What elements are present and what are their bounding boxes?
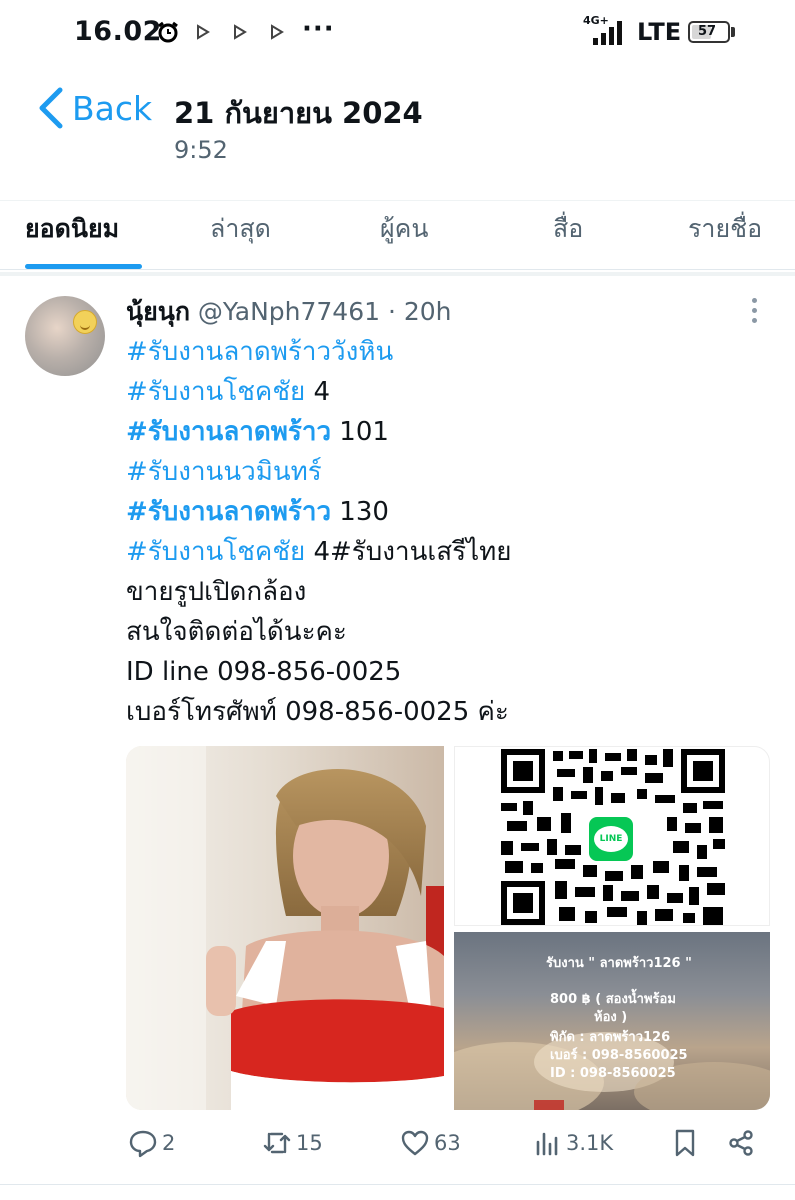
play-notification-icon <box>197 24 210 40</box>
page-subtitle-time: 9:52 <box>174 136 228 164</box>
post-actions: 2 15 63 3.1K <box>0 1124 795 1168</box>
battery-level: 57 <box>697 24 717 39</box>
share-icon <box>729 1130 753 1156</box>
media-ad-image[interactable]: รับงาน " ลาดพร้าว126 " 800 ฿ ( สองน้ำพร้… <box>454 932 770 1110</box>
post-line: ID line 098-856-0025 <box>126 657 402 687</box>
page-title: 21 กันยายน 2024 <box>174 96 423 130</box>
line-badge-label: LINE <box>594 826 628 852</box>
post-line: #รับงานลาดพร้าว 101 <box>126 412 512 452</box>
like-button[interactable]: 63 <box>400 1128 461 1158</box>
post-line: สนใจติดต่อได้นะคะ <box>126 617 347 647</box>
line-app-icon: LINE <box>585 813 637 865</box>
ad-location: พิกัด : ลาดพร้าว126 <box>550 1030 671 1045</box>
post-line-text: 4 <box>305 377 331 407</box>
post-line-text: 101 <box>331 417 389 447</box>
hashtag-link[interactable]: #รับงานโชคชัย <box>126 377 305 407</box>
post-line: #รับงานนวมินทร์ <box>126 452 512 492</box>
hashtag-link[interactable]: #รับงานโชคชัย <box>126 537 305 567</box>
post-line: #รับงานลาดพร้าว 130 <box>126 492 512 532</box>
tab-latest[interactable]: ล่าสุด <box>210 209 271 249</box>
post-line: #รับงานโชคชัย 4 <box>126 372 512 412</box>
alarm-icon <box>158 21 178 43</box>
view-count: 3.1K <box>566 1131 614 1155</box>
post-line: เบอร์โทรศัพท์ 098-856-0025 ค่ะ <box>126 697 509 727</box>
post-line: ขายรูปเปิดกล้อง <box>126 577 307 607</box>
tab-lists[interactable]: รายชื่อ <box>688 209 762 249</box>
hashtag-link[interactable]: #รับงานลาดพร้าว <box>126 497 331 527</box>
repost-icon <box>263 1132 291 1154</box>
user-handle[interactable]: @YaNph77461 <box>198 297 380 326</box>
views-button[interactable]: 3.1K <box>532 1128 613 1158</box>
like-count: 63 <box>434 1131 461 1155</box>
bookmark-button[interactable] <box>670 1128 704 1158</box>
post-line: #รับงานโชคชัย 4#รับงานเสรีไทย <box>126 532 512 572</box>
repost-button[interactable]: 15 <box>262 1128 323 1158</box>
ad-title: รับงาน " ลาดพร้าว126 " <box>546 956 692 971</box>
back-button[interactable]: Back <box>36 86 152 130</box>
photo-image <box>126 746 444 1110</box>
post-text: #รับงานลาดพร้าววังหิน #รับงานโชคชัย 4 #ร… <box>126 332 512 732</box>
heart-icon <box>401 1130 429 1156</box>
battery-icon: 57 <box>688 21 730 43</box>
play-notification-icon <box>234 24 247 40</box>
battery-tip <box>731 27 735 37</box>
signal-icon <box>593 21 622 45</box>
post-line-text: 4#รับงานเสรีไทย <box>305 537 512 567</box>
ad-id: ID : 098-8560025 <box>550 1066 676 1081</box>
share-button[interactable] <box>726 1128 760 1158</box>
tab-people[interactable]: ผู้คน <box>380 209 428 249</box>
back-label: Back <box>72 88 153 128</box>
post-line: #รับงานลาดพร้าววังหิน <box>126 332 512 372</box>
active-tab-indicator <box>25 264 142 269</box>
search-tabs: ยอดนิยม ล่าสุด ผู้คน สื่อ รายชื่อ <box>0 200 795 270</box>
post-author: นุ้ยนุก @YaNph77461 · 20h <box>126 292 452 332</box>
reply-icon <box>129 1130 157 1158</box>
avatar[interactable] <box>25 296 105 376</box>
ad-phone: เบอร์ : 098-8560025 <box>550 1048 688 1063</box>
emoji-sticker-icon <box>73 310 97 334</box>
media-qr-code[interactable]: LINE <box>454 746 770 926</box>
ad-price-cont: ห้อง ) <box>594 1010 628 1025</box>
chevron-left-icon <box>39 87 63 129</box>
divider <box>0 1184 795 1185</box>
hashtag-link[interactable]: #รับงานลาดพร้าววังหิน <box>126 337 393 367</box>
analytics-icon <box>536 1132 558 1156</box>
tab-media[interactable]: สื่อ <box>553 209 583 249</box>
reply-button[interactable]: 2 <box>128 1128 175 1158</box>
post-time: · 20h <box>387 297 452 326</box>
divider <box>0 272 795 276</box>
play-notification-icon <box>271 24 284 40</box>
ad-price: 800 ฿ ( สองน้ำพร้อม <box>550 992 676 1007</box>
repost-count: 15 <box>296 1131 323 1155</box>
status-bar: 16.02 ··· 4G+ LTE 57 <box>0 0 795 64</box>
status-time: 16.02 <box>74 16 162 47</box>
more-options-button[interactable] <box>748 298 760 326</box>
reply-count: 2 <box>162 1131 176 1155</box>
more-notifications-icon: ··· <box>302 14 335 44</box>
hashtag-link[interactable]: #รับงานนวมินทร์ <box>126 457 322 487</box>
bookmark-icon <box>675 1129 695 1157</box>
network-type: LTE <box>637 18 682 46</box>
post-line-text: 130 <box>331 497 389 527</box>
display-name[interactable]: นุ้ยนุก <box>126 297 190 326</box>
media-photo[interactable] <box>126 746 444 1110</box>
hashtag-link[interactable]: #รับงานลาดพร้าว <box>126 417 331 447</box>
tab-top[interactable]: ยอดนิยม <box>25 209 119 249</box>
